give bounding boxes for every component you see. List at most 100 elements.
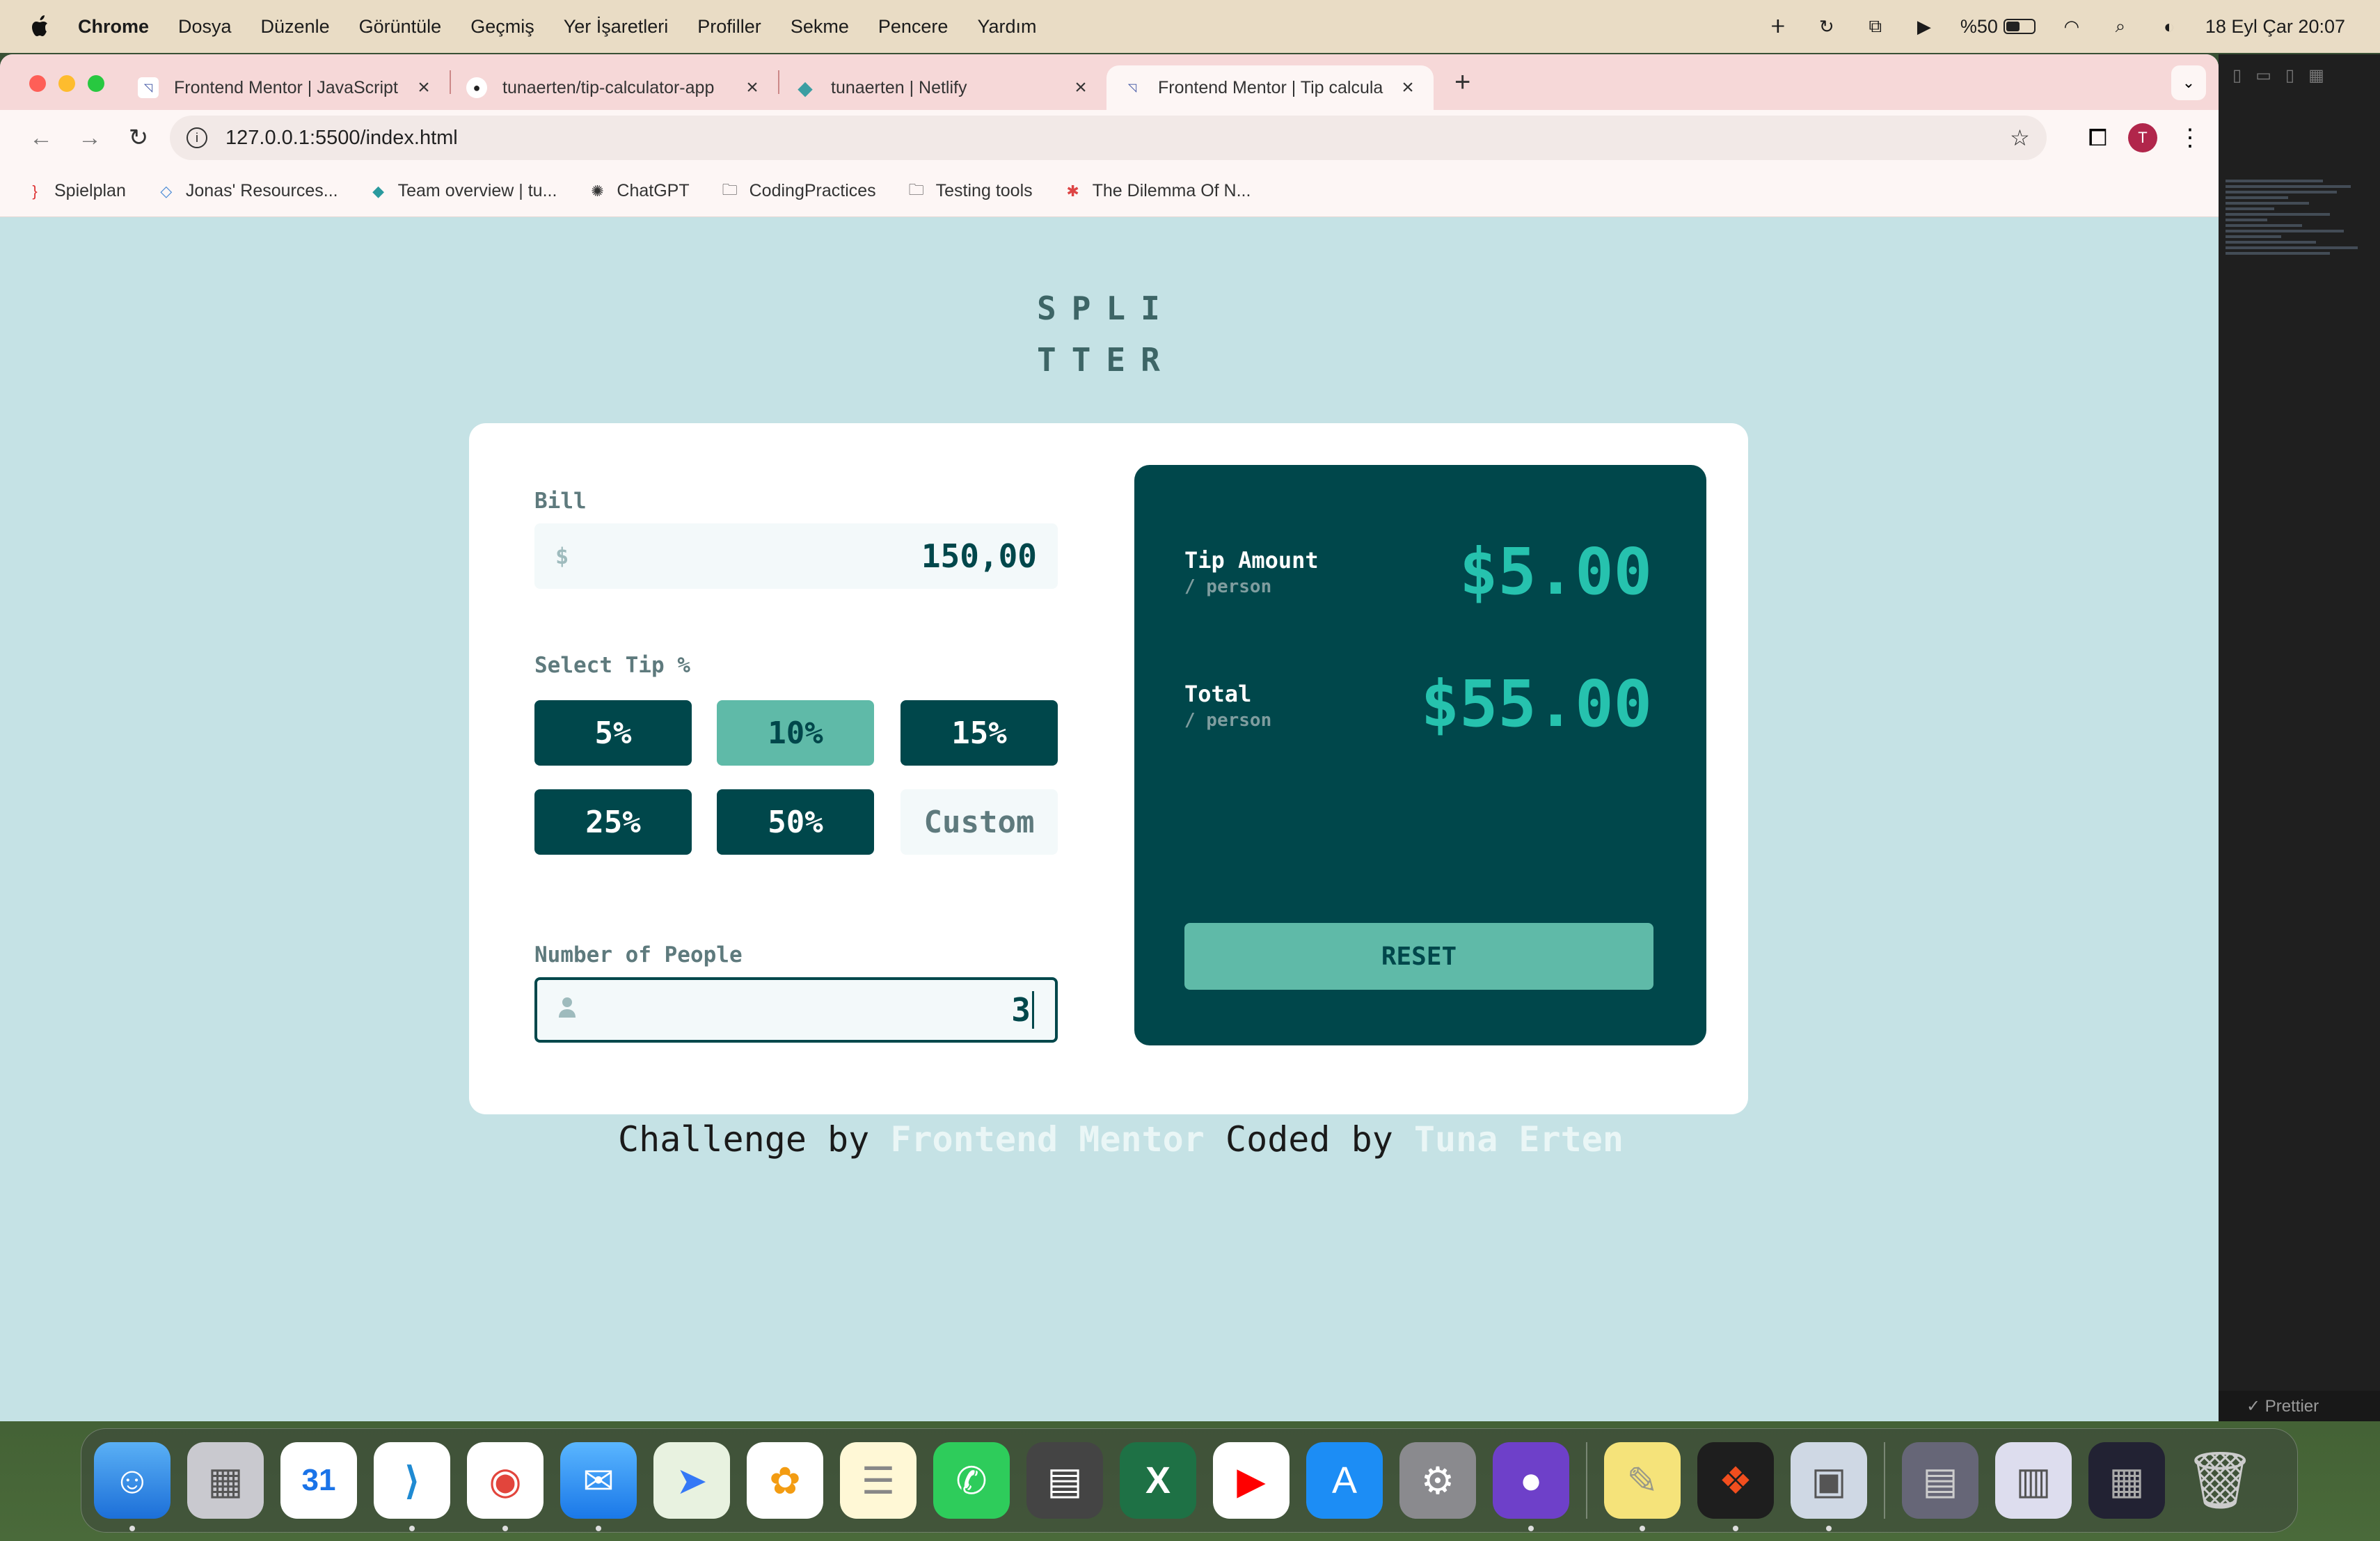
browser-toolbar: ← → ↻ i 127.0.0.1:5500/index.html ☆ ⧠ T …: [0, 110, 2219, 166]
menu-profiller[interactable]: Profiller: [697, 16, 761, 38]
tip-15-button[interactable]: 15%: [901, 700, 1058, 766]
tab-search-dropdown[interactable]: ⌄: [2171, 65, 2206, 100]
photos-icon[interactable]: ✿: [747, 1442, 823, 1519]
footer-middle: Coded by: [1204, 1119, 1414, 1160]
author-link[interactable]: Tuna Erten: [1414, 1119, 1624, 1160]
tab-github[interactable]: ● tunaerten/tip-calculator-app ×: [451, 65, 778, 110]
frontend-mentor-link[interactable]: Frontend Mentor: [890, 1119, 1205, 1160]
battery-percent: %50: [1960, 15, 1998, 37]
bookmark-jonas-resources[interactable]: ◇ Jonas' Resources...: [157, 181, 338, 201]
close-tab-icon[interactable]: ×: [1070, 76, 1091, 100]
figma-tray-icon[interactable]: ⵜ: [1766, 16, 1791, 37]
spotlight-icon[interactable]: ⌕: [2108, 15, 2133, 37]
site-info-icon[interactable]: i: [187, 127, 207, 148]
recent-screenshot-thumbnail[interactable]: ▥: [1995, 1442, 2072, 1519]
tip-25-button[interactable]: 25%: [534, 789, 692, 855]
recent-folder-thumbnail[interactable]: ▦: [2088, 1442, 2165, 1519]
wifi-icon[interactable]: ◠: [2059, 16, 2084, 37]
menu-yardim[interactable]: Yardım: [977, 16, 1036, 38]
bookmark-chatgpt[interactable]: ✺ ChatGPT: [587, 181, 689, 201]
close-window-button[interactable]: [29, 75, 46, 92]
bookmark-codingpractices[interactable]: 🗀 CodingPractices: [720, 181, 876, 201]
calculator-icon[interactable]: ▤: [1026, 1442, 1103, 1519]
launchpad-icon[interactable]: ▦: [187, 1442, 264, 1519]
tab-label: tunaerten/tip-calculator-app: [502, 77, 715, 97]
people-input[interactable]: 3: [534, 977, 1058, 1043]
menu-pencere[interactable]: Pencere: [878, 16, 949, 38]
recent-download-thumbnail[interactable]: ▤: [1902, 1442, 1978, 1519]
excel-icon[interactable]: X: [1120, 1442, 1196, 1519]
total-label: Total: [1184, 681, 1252, 707]
reset-button[interactable]: RESET: [1184, 923, 1653, 990]
mail-icon[interactable]: ✉: [560, 1442, 637, 1531]
stickies-icon[interactable]: ✎: [1604, 1442, 1681, 1531]
tip-10-button[interactable]: 10%: [717, 700, 874, 766]
extensions-icon[interactable]: ⧠: [2088, 125, 2107, 152]
notes-icon[interactable]: ☰: [840, 1442, 917, 1519]
whatsapp-icon[interactable]: ✆: [933, 1442, 1010, 1519]
total-value: $55.00: [1420, 667, 1652, 741]
tip-5-button[interactable]: 5%: [534, 700, 692, 766]
menubar-datetime[interactable]: 18 Eyl Çar 20:07: [2205, 16, 2345, 38]
control-center-icon[interactable]: ◐: [2157, 16, 2182, 37]
figma-icon[interactable]: ❖: [1697, 1442, 1774, 1531]
toggle-secondary-icon[interactable]: ▯: [2285, 65, 2294, 86]
system-settings-icon[interactable]: ⚙: [1399, 1442, 1476, 1519]
tab-tip-calculator[interactable]: ◹ Frontend Mentor | Tip calcula ×: [1106, 65, 1434, 110]
menu-duzenle[interactable]: Düzenle: [261, 16, 330, 38]
vscode-icon[interactable]: ⟩: [374, 1442, 450, 1531]
layout-icon[interactable]: ▦: [2308, 65, 2324, 86]
maps-icon[interactable]: ➤: [653, 1442, 730, 1519]
forward-button[interactable]: →: [65, 125, 114, 152]
app-store-icon[interactable]: A: [1306, 1442, 1383, 1519]
close-tab-icon[interactable]: ×: [742, 76, 763, 100]
menu-sekme[interactable]: Sekme: [791, 16, 849, 38]
preview-icon[interactable]: ▣: [1791, 1442, 1867, 1531]
close-tab-icon[interactable]: ×: [1397, 76, 1418, 100]
custom-tip-input[interactable]: Custom: [901, 789, 1058, 855]
menu-app-name[interactable]: Chrome: [78, 16, 149, 38]
tip-50-button[interactable]: 50%: [717, 789, 874, 855]
battery-status[interactable]: %50: [1960, 16, 2036, 38]
zoom-window-button[interactable]: [88, 75, 104, 92]
chrome-icon[interactable]: ◉: [467, 1442, 544, 1531]
back-button[interactable]: ←: [17, 125, 65, 152]
profile-avatar[interactable]: T: [2128, 123, 2157, 152]
close-tab-icon[interactable]: ×: [413, 76, 434, 100]
new-tab-button[interactable]: +: [1454, 67, 1470, 98]
menu-dosya[interactable]: Dosya: [178, 16, 232, 38]
play-icon[interactable]: ▶: [1912, 16, 1937, 37]
url-text[interactable]: 127.0.0.1:5500/index.html: [225, 127, 458, 150]
bookmark-spielplan[interactable]: } Spielplan: [25, 181, 126, 201]
menu-gecmis[interactable]: Geçmiş: [470, 16, 534, 38]
reload-button[interactable]: ↻: [114, 124, 163, 152]
bookmark-dilemma[interactable]: ✱ The Dilemma Of N...: [1063, 181, 1251, 201]
bill-input[interactable]: $ 150,00: [534, 523, 1058, 589]
toggle-sidebar-icon[interactable]: ▯: [2232, 65, 2242, 86]
apple-icon[interactable]: [26, 13, 54, 40]
tab-netlify[interactable]: ◆ tunaerten | Netlify ×: [779, 65, 1106, 110]
chatgpt-icon: ✺: [591, 182, 604, 200]
address-bar[interactable]: i 127.0.0.1:5500/index.html ☆: [170, 116, 2047, 160]
toggle-panel-icon[interactable]: ▭: [2255, 65, 2271, 86]
finder-icon[interactable]: ☺: [94, 1442, 170, 1531]
time-machine-icon[interactable]: ↻: [1814, 16, 1839, 37]
calendar-icon[interactable]: 31: [280, 1442, 357, 1519]
bookmark-testing-tools[interactable]: 🗀 Testing tools: [907, 181, 1033, 201]
battery-icon: [2003, 19, 2036, 34]
prettier-status[interactable]: ✓ Prettier: [2246, 1396, 2319, 1416]
bookmark-team-overview[interactable]: ◆ Team overview | tu...: [369, 181, 557, 201]
browser-menu-icon[interactable]: ⋮: [2178, 124, 2202, 152]
menu-goruntule[interactable]: Görüntüle: [359, 16, 442, 38]
screen-mirroring-icon[interactable]: ⧉: [1863, 15, 1888, 37]
minimize-window-button[interactable]: [58, 75, 75, 92]
youtube-music-icon[interactable]: ▶: [1213, 1442, 1290, 1519]
menu-yer-isaretleri[interactable]: Yer İşaretleri: [564, 16, 669, 38]
github-desktop-icon[interactable]: ●: [1493, 1442, 1569, 1531]
bookmark-star-icon[interactable]: ☆: [2010, 125, 2030, 151]
diamond-icon: ◇: [160, 182, 173, 200]
trash-icon[interactable]: 🗑: [2182, 1442, 2258, 1519]
editor-statusbar: ✓ Prettier: [2219, 1391, 2380, 1421]
logo-line-1: SPLI: [1037, 290, 1175, 327]
tab-frontend-mentor-js[interactable]: ◹ Frontend Mentor | JavaScript ×: [122, 65, 450, 110]
